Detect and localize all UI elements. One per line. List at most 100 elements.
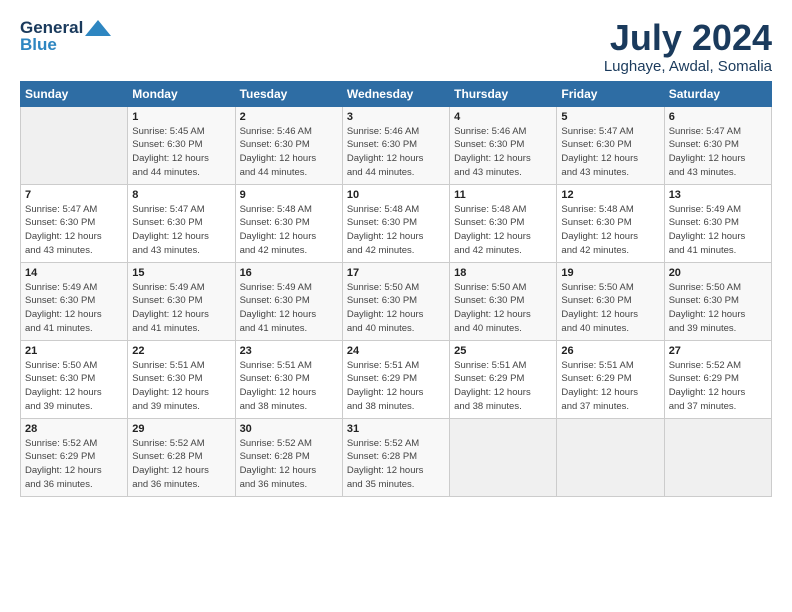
day-info: Sunrise: 5:51 AM Sunset: 6:29 PM Dayligh… — [347, 359, 445, 414]
day-number: 4 — [454, 111, 552, 123]
day-info: Sunrise: 5:49 AM Sunset: 6:30 PM Dayligh… — [669, 203, 767, 258]
calendar-cell: 30Sunrise: 5:52 AM Sunset: 6:28 PM Dayli… — [235, 418, 342, 496]
calendar-cell — [21, 106, 128, 184]
day-info: Sunrise: 5:48 AM Sunset: 6:30 PM Dayligh… — [240, 203, 338, 258]
day-number: 26 — [561, 345, 659, 357]
calendar-cell: 9 Sunrise: 5:48 AM Sunset: 6:30 PM Daylig… — [235, 184, 342, 262]
calendar-cell — [450, 418, 557, 496]
day-number: 13 — [669, 189, 767, 201]
calendar-cell: 21Sunrise: 5:50 AM Sunset: 6:30 PM Dayli… — [21, 340, 128, 418]
day-info: Sunrise: 5:52 AM Sunset: 6:28 PM Dayligh… — [240, 437, 338, 492]
calendar-cell: 6 Sunrise: 5:47 AM Sunset: 6:30 PM Daylig… — [664, 106, 771, 184]
calendar-cell: 15 Sunrise: 5:49 AM Sunset: 6:30 PM Dayli… — [128, 262, 235, 340]
calendar-week-3: 14 Sunrise: 5:49 AM Sunset: 6:30 PM Dayli… — [21, 262, 772, 340]
day-number: 25 — [454, 345, 552, 357]
day-info: Sunrise: 5:51 AM Sunset: 6:30 PM Dayligh… — [240, 359, 338, 414]
header-day-friday: Friday — [557, 81, 664, 106]
title-block: July 2024 Lughaye, Awdal, Somalia — [604, 18, 772, 75]
day-info: Sunrise: 5:48 AM Sunset: 6:30 PM Dayligh… — [561, 203, 659, 258]
day-info: Sunrise: 5:47 AM Sunset: 6:30 PM Dayligh… — [561, 125, 659, 180]
day-info: Sunrise: 5:49 AM Sunset: 6:30 PM Dayligh… — [132, 281, 230, 336]
day-info: Sunrise: 5:52 AM Sunset: 6:28 PM Dayligh… — [132, 437, 230, 492]
day-info: Sunrise: 5:46 AM Sunset: 6:30 PM Dayligh… — [240, 125, 338, 180]
calendar-cell: 16Sunrise: 5:49 AM Sunset: 6:30 PM Dayli… — [235, 262, 342, 340]
day-number: 18 — [454, 267, 552, 279]
calendar-week-5: 28 Sunrise: 5:52 AM Sunset: 6:29 PM Dayli… — [21, 418, 772, 496]
day-info: Sunrise: 5:50 AM Sunset: 6:30 PM Dayligh… — [561, 281, 659, 336]
calendar-cell: 19 Sunrise: 5:50 AM Sunset: 6:30 PM Dayli… — [557, 262, 664, 340]
day-number: 28 — [25, 423, 123, 435]
day-number: 3 — [347, 111, 445, 123]
day-info: Sunrise: 5:52 AM Sunset: 6:28 PM Dayligh… — [347, 437, 445, 492]
calendar-cell: 31 Sunrise: 5:52 AM Sunset: 6:28 PM Dayli… — [342, 418, 449, 496]
logo: General Blue — [20, 18, 111, 54]
calendar-cell: 5Sunrise: 5:47 AM Sunset: 6:30 PM Daylig… — [557, 106, 664, 184]
calendar-cell: 1 Sunrise: 5:45 AM Sunset: 6:30 PM Daylig… — [128, 106, 235, 184]
day-number: 9 — [240, 189, 338, 201]
calendar-cell: 7 Sunrise: 5:47 AM Sunset: 6:30 PM Daylig… — [21, 184, 128, 262]
calendar-cell: 27 Sunrise: 5:52 AM Sunset: 6:29 PM Dayli… — [664, 340, 771, 418]
day-info: Sunrise: 5:50 AM Sunset: 6:30 PM Dayligh… — [454, 281, 552, 336]
day-info: Sunrise: 5:47 AM Sunset: 6:30 PM Dayligh… — [25, 203, 123, 258]
calendar-cell: 13 Sunrise: 5:49 AM Sunset: 6:30 PM Dayli… — [664, 184, 771, 262]
calendar-cell — [557, 418, 664, 496]
day-info: Sunrise: 5:49 AM Sunset: 6:30 PM Dayligh… — [240, 281, 338, 336]
logo-icon — [85, 20, 111, 36]
day-info: Sunrise: 5:52 AM Sunset: 6:29 PM Dayligh… — [25, 437, 123, 492]
day-info: Sunrise: 5:51 AM Sunset: 6:29 PM Dayligh… — [454, 359, 552, 414]
page-container: General Blue July 2024 Lughaye, Awdal, S… — [0, 0, 792, 507]
day-number: 20 — [669, 267, 767, 279]
calendar-cell: 20 Sunrise: 5:50 AM Sunset: 6:30 PM Dayli… — [664, 262, 771, 340]
day-number: 2 — [240, 111, 338, 123]
day-info: Sunrise: 5:49 AM Sunset: 6:30 PM Dayligh… — [25, 281, 123, 336]
day-info: Sunrise: 5:48 AM Sunset: 6:30 PM Dayligh… — [347, 203, 445, 258]
calendar-table: SundayMondayTuesdayWednesdayThursdayFrid… — [20, 81, 772, 497]
day-info: Sunrise: 5:52 AM Sunset: 6:29 PM Dayligh… — [669, 359, 767, 414]
calendar-week-2: 7 Sunrise: 5:47 AM Sunset: 6:30 PM Daylig… — [21, 184, 772, 262]
day-number: 27 — [669, 345, 767, 357]
day-number: 15 — [132, 267, 230, 279]
calendar-cell: 28 Sunrise: 5:52 AM Sunset: 6:29 PM Dayli… — [21, 418, 128, 496]
calendar-cell: 10Sunrise: 5:48 AM Sunset: 6:30 PM Dayli… — [342, 184, 449, 262]
header-day-wednesday: Wednesday — [342, 81, 449, 106]
calendar-cell: 26 Sunrise: 5:51 AM Sunset: 6:29 PM Dayli… — [557, 340, 664, 418]
day-info: Sunrise: 5:50 AM Sunset: 6:30 PM Dayligh… — [669, 281, 767, 336]
header-row: General Blue July 2024 Lughaye, Awdal, S… — [20, 18, 772, 75]
header-day-saturday: Saturday — [664, 81, 771, 106]
calendar-cell: 18 Sunrise: 5:50 AM Sunset: 6:30 PM Dayli… — [450, 262, 557, 340]
day-number: 6 — [669, 111, 767, 123]
calendar-cell: 25 Sunrise: 5:51 AM Sunset: 6:29 PM Dayli… — [450, 340, 557, 418]
day-number: 7 — [25, 189, 123, 201]
calendar-cell: 22 Sunrise: 5:51 AM Sunset: 6:30 PM Dayli… — [128, 340, 235, 418]
day-number: 31 — [347, 423, 445, 435]
header-day-thursday: Thursday — [450, 81, 557, 106]
day-number: 17 — [347, 267, 445, 279]
location: Lughaye, Awdal, Somalia — [604, 58, 772, 75]
day-number: 22 — [132, 345, 230, 357]
day-info: Sunrise: 5:45 AM Sunset: 6:30 PM Dayligh… — [132, 125, 230, 180]
calendar-cell: 11Sunrise: 5:48 AM Sunset: 6:30 PM Dayli… — [450, 184, 557, 262]
day-info: Sunrise: 5:47 AM Sunset: 6:30 PM Dayligh… — [669, 125, 767, 180]
header-day-sunday: Sunday — [21, 81, 128, 106]
calendar-cell: 29Sunrise: 5:52 AM Sunset: 6:28 PM Dayli… — [128, 418, 235, 496]
day-info: Sunrise: 5:46 AM Sunset: 6:30 PM Dayligh… — [454, 125, 552, 180]
calendar-cell: 3 Sunrise: 5:46 AM Sunset: 6:30 PM Daylig… — [342, 106, 449, 184]
day-info: Sunrise: 5:51 AM Sunset: 6:30 PM Dayligh… — [132, 359, 230, 414]
day-info: Sunrise: 5:51 AM Sunset: 6:29 PM Dayligh… — [561, 359, 659, 414]
calendar-cell: 24 Sunrise: 5:51 AM Sunset: 6:29 PM Dayli… — [342, 340, 449, 418]
day-number: 14 — [25, 267, 123, 279]
month-year: July 2024 — [604, 18, 772, 58]
calendar-cell: 23 Sunrise: 5:51 AM Sunset: 6:30 PM Dayli… — [235, 340, 342, 418]
day-number: 24 — [347, 345, 445, 357]
day-number: 1 — [132, 111, 230, 123]
calendar-week-1: 1 Sunrise: 5:45 AM Sunset: 6:30 PM Daylig… — [21, 106, 772, 184]
day-number: 8 — [132, 189, 230, 201]
day-number: 23 — [240, 345, 338, 357]
day-number: 19 — [561, 267, 659, 279]
calendar-cell: 14 Sunrise: 5:49 AM Sunset: 6:30 PM Dayli… — [21, 262, 128, 340]
calendar-week-4: 21Sunrise: 5:50 AM Sunset: 6:30 PM Dayli… — [21, 340, 772, 418]
calendar-cell: 17Sunrise: 5:50 AM Sunset: 6:30 PM Dayli… — [342, 262, 449, 340]
day-number: 11 — [454, 189, 552, 201]
day-info: Sunrise: 5:46 AM Sunset: 6:30 PM Dayligh… — [347, 125, 445, 180]
calendar-cell — [664, 418, 771, 496]
